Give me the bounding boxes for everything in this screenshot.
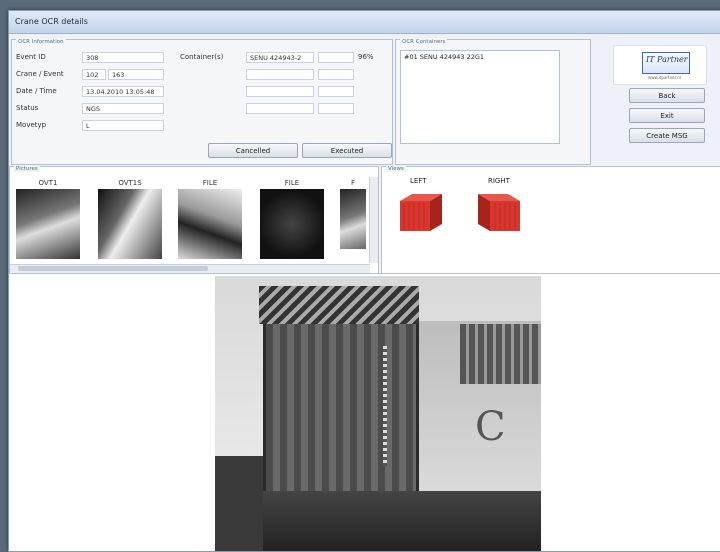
containers-label: Container(s) — [180, 53, 224, 61]
container-code-field-2[interactable] — [318, 69, 354, 80]
crane-field[interactable]: 102 — [82, 69, 106, 80]
thumb-caption: OVT1S — [118, 179, 142, 187]
crane-event-label: Crane / Event — [16, 70, 64, 78]
logo-subtext: www.itpartner.nl — [648, 75, 681, 80]
event-id-label: Event ID — [16, 53, 46, 61]
cancelled-button[interactable]: Cancelled — [208, 143, 298, 158]
pictures-horizontal-scrollbar[interactable] — [10, 264, 370, 273]
date-time-label: Date / Time — [16, 87, 57, 95]
status-field[interactable]: NGS — [82, 103, 164, 114]
container-code-field-3[interactable] — [318, 86, 354, 97]
view-left-caption: LEFT — [410, 177, 427, 185]
executed-button[interactable]: Executed — [302, 143, 392, 158]
exit-button[interactable]: Exit — [629, 108, 705, 123]
status-label: Status — [16, 104, 39, 112]
ocr-containers-label: OCR Containers — [400, 39, 448, 45]
container-code-field-1[interactable] — [318, 52, 354, 63]
crane-image — [98, 189, 162, 259]
container-code-field-4[interactable] — [318, 103, 354, 114]
create-msg-button[interactable]: Create MSG — [629, 128, 705, 143]
crane-image — [340, 189, 366, 249]
window-title: Crane OCR details — [9, 11, 720, 34]
thumb-caption: FILE — [284, 179, 300, 187]
scrollbar-thumb[interactable] — [18, 266, 208, 271]
ocr-information-label: OCR Information — [16, 39, 66, 45]
view-right-caption: RIGHT — [488, 177, 510, 185]
event-field[interactable]: 163 — [108, 69, 164, 80]
back-button[interactable]: Back — [629, 88, 705, 103]
picture-thumb[interactable]: F — [340, 179, 366, 249]
container-confidence-1: 96% — [358, 53, 374, 61]
views-label: Views — [386, 166, 406, 172]
crane-image — [178, 189, 242, 259]
container-number-field-1[interactable]: SENU 424943-2 — [246, 52, 314, 63]
picture-thumb[interactable]: FILE — [260, 179, 324, 259]
itpartner-logo: IT Partner www.itpartner.nl — [613, 45, 707, 85]
picture-thumb[interactable]: OVT1S — [98, 179, 162, 259]
event-id-field[interactable]: 308 — [82, 52, 164, 63]
pictures-vertical-scrollbar[interactable] — [369, 177, 378, 263]
views-group: Views LEFT RIGHT — [381, 166, 720, 274]
container-right-icon[interactable] — [474, 191, 524, 233]
movetyp-label: Movetyp — [16, 121, 47, 129]
date-time-field[interactable]: 13.04.2010 13:05:48 — [82, 86, 164, 97]
ocr-container-list-item[interactable]: #01 SENU 424943 22G1 — [401, 51, 559, 63]
thumb-caption: FILE — [202, 179, 218, 187]
logo-text: IT Partner — [646, 55, 688, 64]
thumb-caption: F — [350, 179, 356, 187]
container-number-field-3[interactable] — [246, 86, 314, 97]
crane-photo: C — [215, 276, 541, 551]
crane-image — [16, 189, 80, 259]
ocr-information-group: OCR Information Event ID 308 Crane / Eve… — [11, 39, 393, 165]
crane-ocr-window: Crane OCR details OCR Information Event … — [8, 10, 720, 552]
pictures-group: Pictures OVT1 OVT1S FILE FILE F — [9, 166, 379, 274]
thumb-caption: OVT1 — [38, 179, 58, 187]
picture-thumb[interactable]: OVT1 — [16, 179, 80, 259]
container-number-field-4[interactable] — [246, 103, 314, 114]
pictures-label: Pictures — [14, 166, 40, 172]
container-left-icon[interactable] — [396, 191, 446, 233]
crane-image — [260, 189, 324, 259]
container-number-field-2[interactable] — [246, 69, 314, 80]
picture-thumb[interactable]: FILE — [178, 179, 242, 259]
ocr-containers-list[interactable]: #01 SENU 424943 22G1 — [400, 50, 560, 144]
movetyp-field[interactable]: L — [82, 120, 164, 131]
ocr-containers-group: OCR Containers #01 SENU 424943 22G1 — [395, 39, 591, 165]
